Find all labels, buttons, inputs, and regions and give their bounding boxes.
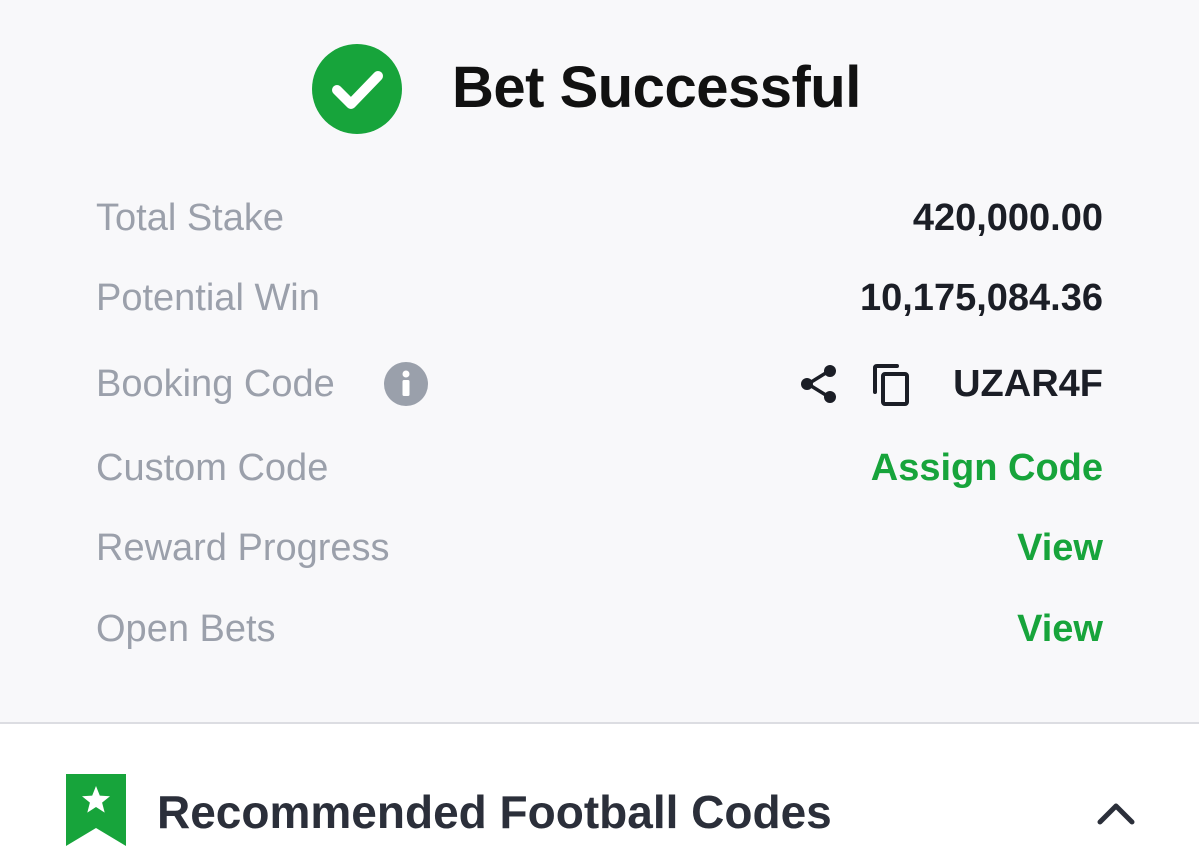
custom-code-label: Custom Code: [96, 447, 329, 489]
info-icon[interactable]: [384, 362, 428, 406]
assign-code-link[interactable]: Assign Code: [871, 438, 1103, 498]
potential-win-row: Potential Win 10,175,084.36: [96, 268, 1103, 328]
open-bets-view-link[interactable]: View: [1017, 599, 1103, 659]
share-icon[interactable]: [797, 362, 841, 406]
page-title: Bet Successful: [452, 55, 861, 120]
total-stake-row: Total Stake 420,000.00: [96, 188, 1103, 248]
potential-win-label: Potential Win: [96, 277, 320, 319]
potential-win-value: 10,175,084.36: [859, 277, 1103, 319]
bet-confirmation-screen: Bet Successful Total Stake 420,000.00 Po…: [0, 0, 1199, 867]
copy-icon[interactable]: [869, 362, 915, 408]
recommended-title: Recommended Football Codes: [157, 786, 832, 838]
reward-progress-label: Reward Progress: [96, 527, 390, 569]
open-bets-row: Open Bets View: [96, 599, 1103, 659]
custom-code-row: Custom Code Assign Code: [96, 438, 1103, 498]
recommended-football-codes-section[interactable]: Recommended Football Codes: [0, 724, 1199, 867]
total-stake-value: 420,000.00: [912, 197, 1103, 239]
check-circle-icon: [312, 44, 402, 134]
reward-progress-row: Reward Progress View: [96, 518, 1103, 578]
reward-progress-view-link[interactable]: View: [1017, 518, 1103, 578]
chevron-up-icon[interactable]: [1093, 794, 1139, 830]
booking-code-value[interactable]: UZAR4F: [953, 354, 1103, 414]
total-stake-label: Total Stake: [96, 197, 284, 239]
bookmark-star-icon: [66, 774, 126, 846]
success-header: Bet Successful: [0, 44, 1199, 136]
open-bets-label: Open Bets: [96, 608, 276, 650]
booking-code-row: Booking Code UZAR4F: [96, 354, 1103, 414]
booking-code-label: Booking Code: [96, 363, 335, 405]
